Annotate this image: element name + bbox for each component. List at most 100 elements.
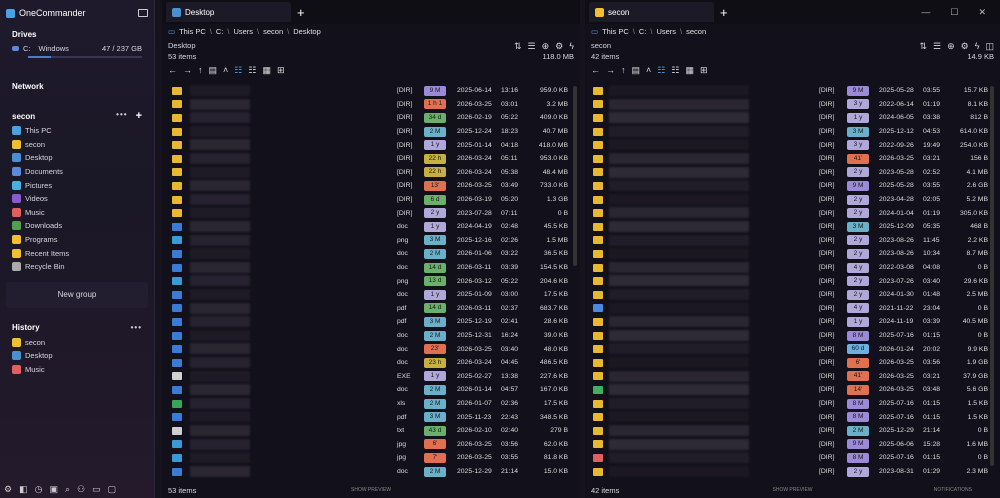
table-row[interactable]: doc 2 M 2025-12-29 21:14 15.0 KB	[162, 465, 580, 479]
sidebar-item[interactable]: Desktop	[0, 151, 154, 165]
breadcrumb-segment[interactable]: Users	[656, 27, 676, 36]
table-row[interactable]: [DIR] 9 M 2025-06-14 13:16 959.0 KB	[162, 84, 580, 98]
show-preview-button[interactable]: SHOW PREVIEW	[772, 487, 812, 493]
table-row[interactable]: [DIR] 3 y 2022-09-26 19:49 254.0 KB	[585, 138, 1000, 152]
sidebar-item[interactable]: Downloads	[0, 219, 154, 233]
minimize-icon[interactable]: —	[921, 7, 930, 18]
table-row[interactable]: [DIR] 8 M 2025-07-16 01:15 0 B	[585, 329, 1000, 343]
back-icon[interactable]: ←	[591, 65, 600, 75]
network-title[interactable]: Network	[0, 78, 154, 94]
table-row[interactable]: [DIR] 2 y 2023-08-31 01:29 2.3 MB	[585, 465, 1000, 479]
table-row[interactable]: [DIR] 1 y 2024-06-05 03:38 812 B	[585, 111, 1000, 125]
history-item[interactable]: Desktop	[0, 349, 154, 363]
back-icon[interactable]: ←	[168, 65, 177, 75]
scrollbar[interactable]	[990, 86, 994, 466]
table-row[interactable]: [DIR] 41' 2026-03-25 03:21 156 B	[585, 152, 1000, 166]
tiles-view-icon[interactable]: ⊞	[700, 65, 708, 76]
table-row[interactable]: [DIR] 2 y 2024-01-04 01:19 305.0 KB	[585, 206, 1000, 220]
close-icon[interactable]: ✕	[978, 7, 986, 18]
breadcrumb-segment[interactable]: Users	[233, 27, 253, 36]
table-row[interactable]: png 3 M 2025-12-16 02:26 1.5 MB	[162, 234, 580, 248]
breadcrumb-segment[interactable]: Desktop	[293, 27, 321, 36]
table-row[interactable]: [DIR] 1 y 2024-11-19 03:39 40.5 MB	[585, 315, 1000, 329]
new-tab-icon[interactable]: +	[297, 5, 305, 20]
table-row[interactable]: [DIR] 9 M 2025-05-28 03:55 2.6 GB	[585, 179, 1000, 193]
notifications-label[interactable]: NOTIFICATIONS	[934, 487, 972, 493]
table-row[interactable]: [DIR] 22 h 2026-03-24 05:38 48.4 MB	[162, 166, 580, 180]
new-group-button[interactable]: New group	[6, 281, 148, 308]
table-row[interactable]: [DIR] 2 y 2024-01-30 01:48 2.5 MB	[585, 288, 1000, 302]
sort-icon[interactable]: ⇅	[919, 41, 927, 52]
table-row[interactable]: doc 2 M 2026-01-06 03:22 36.5 KB	[162, 247, 580, 261]
sidebar-item[interactable]: Recent Items	[0, 246, 154, 260]
table-row[interactable]: doc 1 y 2024-04-19 02:48 45.5 KB	[162, 220, 580, 234]
maximize-icon[interactable]: ☐	[950, 7, 958, 18]
sidebar-item[interactable]: Recycle Bin	[0, 260, 154, 274]
list-icon[interactable]: ☰	[528, 41, 536, 52]
table-row[interactable]: [DIR] 1 h 1 2026-03-25 03:01 3.2 MB	[162, 98, 580, 112]
breadcrumb-segment[interactable]: secon	[686, 27, 706, 36]
table-row[interactable]: pdf 3 M 2025-12-19 02:41 28.6 KB	[162, 315, 580, 329]
breadcrumb-segment[interactable]: This PC	[602, 27, 629, 36]
table-row[interactable]: xls 2 M 2026-01-07 02:36 17.5 KB	[162, 397, 580, 411]
chevron-up-icon[interactable]: ˄	[646, 65, 651, 75]
table-row[interactable]: doc 14 d 2026-03-11 03:39 154.5 KB	[162, 261, 580, 275]
tiles-view-icon[interactable]: ⊞	[277, 65, 285, 76]
table-row[interactable]: [DIR] 4 y 2022-03-08 04:08 0 B	[585, 261, 1000, 275]
desktop-icon[interactable]: ▭	[92, 484, 101, 495]
calendar-icon[interactable]: ▤	[632, 65, 641, 76]
table-row[interactable]: [DIR] 8 M 2025-07-16 01:15 0 B	[585, 451, 1000, 465]
bolt-icon[interactable]: ϟ	[569, 41, 574, 52]
table-row[interactable]: [DIR] 3 M 2025-12-12 04:53 614.0 KB	[585, 125, 1000, 139]
table-row[interactable]: jpg 7' 2026-03-25 03:55 81.8 KB	[162, 451, 580, 465]
add-icon[interactable]: +	[136, 110, 142, 122]
camera-icon[interactable]: ▣	[49, 484, 58, 495]
table-row[interactable]: pdf 14 d 2026-03-11 02:37 683.7 KB	[162, 302, 580, 316]
table-row[interactable]: doc 23' 2026-03-25 03:40 48.0 KB	[162, 342, 580, 356]
clock-icon[interactable]: ◷	[35, 484, 43, 495]
table-row[interactable]: [DIR] 2 y 2023-07-28 07:11 0 B	[162, 206, 580, 220]
grid-view-icon[interactable]: ▦	[685, 65, 694, 76]
table-row[interactable]: EXE 1 y 2025-02-27 13:38 227.6 KB	[162, 370, 580, 384]
details-view-icon[interactable]: ☷	[234, 65, 242, 76]
chevron-up-icon[interactable]: ˄	[223, 65, 228, 75]
list-view-icon[interactable]: ☷	[671, 65, 679, 76]
table-row[interactable]: [DIR] 2 M 2025-12-29 21:14 0 B	[585, 424, 1000, 438]
grid-view-icon[interactable]: ▦	[262, 65, 271, 76]
table-row[interactable]: [DIR] 34 d 2026-02-19 05:22 409.0 KB	[162, 111, 580, 125]
add-icon[interactable]: ⊕	[947, 41, 955, 52]
table-row[interactable]: [DIR] 3 y 2022-06-14 01:19 8.1 KB	[585, 98, 1000, 112]
table-row[interactable]: [DIR] 1 y 2025-01-14 04:18 418.0 MB	[162, 138, 580, 152]
table-row[interactable]: jpg 6' 2026-03-25 03:56 62.0 KB	[162, 438, 580, 452]
table-row[interactable]: [DIR] 2 y 2023-08-26 11:45 2.2 KB	[585, 234, 1000, 248]
new-tab-icon[interactable]: +	[720, 5, 728, 20]
sort-icon[interactable]: ⇅	[514, 41, 522, 52]
table-row[interactable]: [DIR] 8 M 2025-07-16 01:15 1.5 KB	[585, 410, 1000, 424]
drive-c[interactable]: C: Windows 47 / 237 GB	[0, 42, 154, 55]
table-row[interactable]: png 13 d 2026-03-12 05:22 204.6 KB	[162, 274, 580, 288]
table-row[interactable]: doc 2 M 2025-12-31 16:24 39.0 KB	[162, 329, 580, 343]
sidebar-item[interactable]: Music	[0, 206, 154, 220]
list-view-icon[interactable]: ☷	[248, 65, 256, 76]
table-row[interactable]: [DIR] 14' 2026-03-25 03:48 5.6 GB	[585, 383, 1000, 397]
bolt-icon[interactable]: ϟ	[975, 41, 980, 52]
tab-desktop[interactable]: Desktop	[166, 2, 291, 22]
calendar-icon[interactable]: ▤	[209, 65, 218, 76]
table-row[interactable]: [DIR] 4 y 2021-11-22 23:04 0 B	[585, 302, 1000, 316]
history-item[interactable]: secon	[0, 336, 154, 350]
scrollbar[interactable]	[573, 86, 577, 266]
add-icon[interactable]: ⊕	[542, 41, 550, 52]
gear-icon[interactable]: ⚙	[961, 41, 969, 52]
table-row[interactable]: [DIR] 60 d 2026-01-24 20:02 9.9 KB	[585, 342, 1000, 356]
breadcrumb-segment[interactable]: C:	[639, 27, 647, 36]
show-preview-button[interactable]: SHOW PREVIEW	[351, 487, 391, 493]
table-row[interactable]: [DIR] 2 y 2023-08-26 10:34 8.7 MB	[585, 247, 1000, 261]
sidebar-item[interactable]: Videos	[0, 192, 154, 206]
breadcrumb-segment[interactable]: This PC	[179, 27, 206, 36]
table-row[interactable]: [DIR] 6 d 2026-03-19 05:20 1.3 GB	[162, 193, 580, 207]
table-row[interactable]: doc 2 M 2026-01-14 04:57 167.0 KB	[162, 383, 580, 397]
table-row[interactable]: [DIR] 13' 2026-03-25 03:49 733.0 KB	[162, 179, 580, 193]
user-icon[interactable]: ⚇	[77, 484, 85, 495]
sidebar-item[interactable]: secon	[0, 138, 154, 152]
forward-icon[interactable]: →	[606, 65, 615, 75]
